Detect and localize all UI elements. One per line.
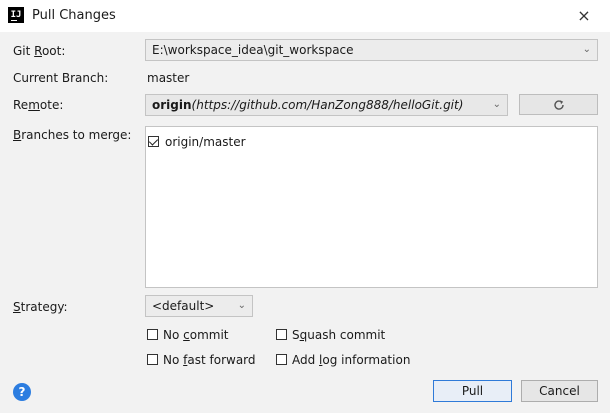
pull-button[interactable]: Pull bbox=[433, 380, 512, 402]
refresh-button[interactable] bbox=[519, 94, 598, 115]
no-fast-forward-checkbox[interactable] bbox=[147, 354, 158, 365]
close-icon[interactable]: × bbox=[572, 4, 596, 28]
strategy-label: Strategy: bbox=[13, 300, 68, 314]
git-root-value: E:\workspace_idea\git_workspace bbox=[152, 43, 354, 57]
branch-checkbox[interactable] bbox=[148, 136, 159, 147]
refresh-icon bbox=[553, 97, 565, 111]
branches-label: Branches to merge: bbox=[13, 128, 132, 142]
remote-label: Remote: bbox=[13, 98, 64, 112]
cancel-button[interactable]: Cancel bbox=[521, 380, 598, 402]
remote-url: (https://github.com/HanZong888/helloGit.… bbox=[191, 98, 464, 112]
no-fast-forward-option[interactable]: No fast forward bbox=[147, 352, 256, 367]
add-log-checkbox[interactable] bbox=[276, 354, 287, 365]
chevron-down-icon: ⌄ bbox=[492, 99, 501, 110]
squash-commit-checkbox[interactable] bbox=[276, 329, 287, 340]
list-item[interactable]: origin/master bbox=[148, 134, 246, 149]
chevron-down-icon: ⌄ bbox=[582, 44, 591, 55]
add-log-option[interactable]: Add log information bbox=[276, 352, 410, 367]
squash-commit-option[interactable]: Squash commit bbox=[276, 327, 385, 342]
strategy-combo[interactable]: <default> ⌄ bbox=[145, 295, 253, 317]
remote-name: origin bbox=[152, 98, 192, 112]
git-root-label: Git Root: bbox=[13, 44, 66, 58]
strategy-value: <default> bbox=[152, 299, 215, 313]
git-root-combo[interactable]: E:\workspace_idea\git_workspace ⌄ bbox=[145, 39, 598, 61]
branch-label: origin/master bbox=[165, 134, 246, 149]
chevron-down-icon: ⌄ bbox=[237, 300, 246, 311]
current-branch-label: Current Branch: bbox=[13, 71, 109, 85]
current-branch-value: master bbox=[147, 71, 190, 85]
branches-list: origin/master bbox=[145, 126, 598, 288]
no-commit-option[interactable]: No commit bbox=[147, 327, 229, 342]
window-title: Pull Changes bbox=[32, 8, 116, 23]
help-icon[interactable]: ? bbox=[13, 383, 31, 401]
no-commit-checkbox[interactable] bbox=[147, 329, 158, 340]
intellij-icon: IJ bbox=[8, 7, 24, 23]
remote-combo[interactable]: origin(https://github.com/HanZong888/hel… bbox=[145, 94, 508, 116]
